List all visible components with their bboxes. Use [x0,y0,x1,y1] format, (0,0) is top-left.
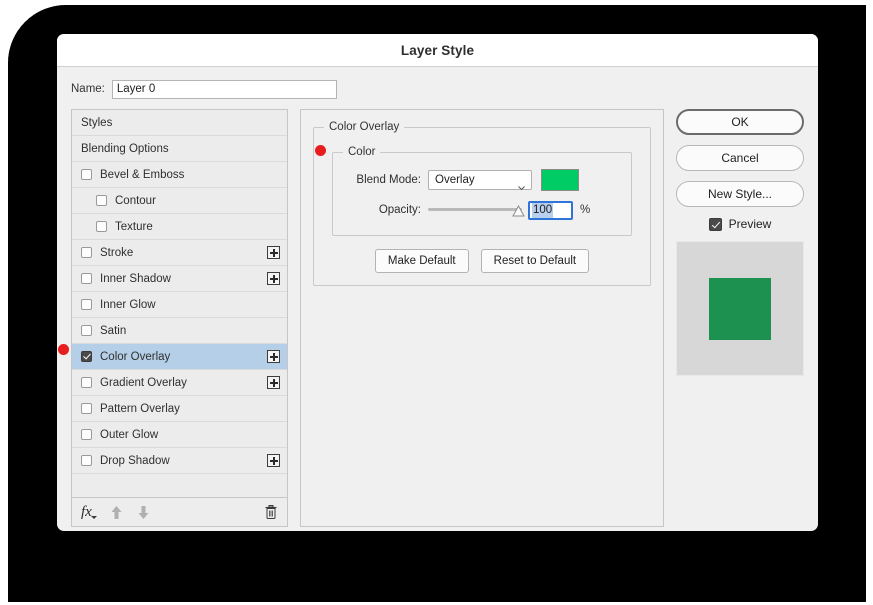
opacity-unit: % [580,204,591,216]
effect-checkbox[interactable] [81,273,92,284]
blend-mode-label: Blend Mode: [356,174,421,186]
sidebar-item-label: Stroke [100,246,134,259]
preview-thumbnail [676,241,804,376]
effect-checkbox[interactable] [81,325,92,336]
color-swatch[interactable] [541,169,579,191]
layer-style-dialog: Layer Style Name: Styles Blending Options… [57,34,818,531]
cancel-button[interactable]: Cancel [676,145,804,171]
sidebar-item-label: Outer Glow [100,428,159,441]
sidebar-item-label: Gradient Overlay [100,376,187,389]
blend-mode-select[interactable]: Overlay [428,170,532,191]
preview-checkbox[interactable] [708,217,722,231]
opacity-label: Opacity: [378,204,421,216]
default-buttons-row: Make Default Reset to Default [326,249,638,273]
dialog-body: Name: Styles Blending Options Bevel & Embo… [57,67,818,531]
effect-checkbox[interactable] [81,351,92,362]
sidebar-item-inner-shadow[interactable]: Inner Shadow [72,266,287,292]
chevron-down-icon [518,178,525,191]
effect-checkbox[interactable] [81,169,92,180]
trash-icon[interactable] [264,504,278,520]
sidebar-item-gradient-overlay[interactable]: Gradient Overlay [72,370,287,396]
sidebar-item-pattern-overlay[interactable]: Pattern Overlay [72,396,287,422]
color-group-title: Color [343,146,381,158]
effect-checkbox[interactable] [81,403,92,414]
opacity-slider-thumb[interactable] [512,204,525,218]
arrow-up-icon[interactable] [110,505,123,520]
opacity-input[interactable]: 100 [528,200,573,220]
sidebar-item-label: Pattern Overlay [100,402,180,415]
sidebar-item-stroke[interactable]: Stroke [72,240,287,266]
layer-name-label: Name: [71,83,105,95]
opacity-slider-track [428,208,522,211]
dialog-title: Layer Style [400,42,475,58]
preview-toggle[interactable]: Preview [676,217,804,231]
sidebar-item-label: Satin [100,324,127,337]
color-overlay-group-title: Color Overlay [324,121,405,133]
sidebar-item-color-overlay[interactable]: Color Overlay [72,344,287,370]
preview-layer-swatch [709,277,771,340]
sidebar-item-label: Inner Glow [100,298,156,311]
new-style-button[interactable]: New Style... [676,181,804,207]
ok-button[interactable]: OK [676,109,804,135]
styles-toolbar: fx [72,497,287,526]
sidebar-item-texture[interactable]: Texture [72,214,287,240]
sidebar-item-label: Bevel & Emboss [100,168,185,181]
effect-checkbox[interactable] [81,377,92,388]
annotation-dot-blend-mode [315,145,326,156]
sidebar-item-blending-options[interactable]: Blending Options [72,136,287,162]
sidebar-item-label: Contour [115,194,156,207]
sidebar-item-contour[interactable]: Contour [72,188,287,214]
styles-list[interactable]: Styles Blending Options Bevel & Emboss Cont… [72,110,287,498]
blend-mode-row: Blend Mode: Overlay [343,169,621,191]
layer-name-input[interactable] [111,79,337,99]
dialog-titlebar: Layer Style [57,34,818,67]
preview-label: Preview [728,217,772,231]
add-effect-icon[interactable] [267,376,280,389]
reset-to-default-button[interactable]: Reset to Default [480,249,590,273]
color-overlay-group: Color Overlay Color Blend Mode: Overlay [313,121,651,286]
sidebar-item-label: Inner Shadow [100,272,171,285]
dialog-actions: OK Cancel New Style... Preview [676,109,804,376]
styles-sidebar: Styles Blending Options Bevel & Emboss Cont… [71,109,288,527]
add-effect-icon[interactable] [267,246,280,259]
layer-name-row: Name: [71,79,804,99]
styles-list-filler [72,474,287,498]
add-effect-icon[interactable] [267,272,280,285]
make-default-button[interactable]: Make Default [374,249,469,273]
sidebar-item-label: Drop Shadow [100,454,170,467]
opacity-row: Opacity: 100 % [343,199,621,221]
opacity-slider[interactable] [428,200,525,220]
effect-checkbox[interactable] [81,247,92,258]
effect-checkbox[interactable] [96,195,107,206]
blend-mode-value: Overlay [435,174,475,186]
sidebar-item-label: Color Overlay [100,350,171,363]
dialog-columns: Styles Blending Options Bevel & Emboss Cont… [71,109,804,527]
sidebar-item-label: Blending Options [81,142,169,155]
add-effect-icon[interactable] [267,350,280,363]
sidebar-item-satin[interactable]: Satin [72,318,287,344]
sidebar-item-label: Styles [81,116,113,129]
sidebar-item-styles[interactable]: Styles [72,110,287,136]
arrow-down-icon[interactable] [137,505,150,520]
screen: Layer Style Name: Styles Blending Options… [0,0,873,605]
opacity-value: 100 [532,202,554,218]
annotation-dot-color-overlay [58,344,69,355]
effect-checkbox[interactable] [81,455,92,466]
color-group: Color Blend Mode: Overlay Opacity: 100 % [332,146,632,236]
color-overlay-panel: Color Overlay Color Blend Mode: Overlay [300,109,664,527]
sidebar-item-label: Texture [115,220,153,233]
sidebar-item-inner-glow[interactable]: Inner Glow [72,292,287,318]
sidebar-item-outer-glow[interactable]: Outer Glow [72,422,287,448]
add-effect-icon[interactable] [267,454,280,467]
sidebar-item-drop-shadow[interactable]: Drop Shadow [72,448,287,474]
effect-checkbox[interactable] [81,299,92,310]
sidebar-item-bevel-emboss[interactable]: Bevel & Emboss [72,162,287,188]
fx-icon[interactable]: fx [81,504,97,521]
effect-checkbox[interactable] [96,221,107,232]
effect-checkbox[interactable] [81,429,92,440]
